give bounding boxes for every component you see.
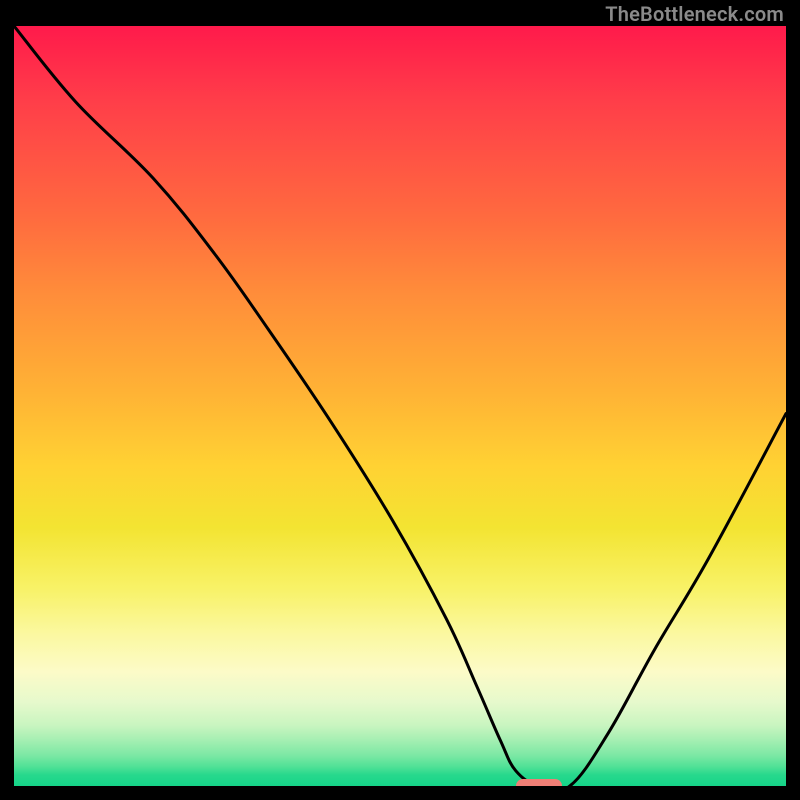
plot-area [14,26,786,786]
optimum-marker [516,779,562,786]
watermark-label: TheBottleneck.com [605,2,784,26]
chart-frame: TheBottleneck.com [0,0,800,800]
bottleneck-curve [14,26,786,786]
